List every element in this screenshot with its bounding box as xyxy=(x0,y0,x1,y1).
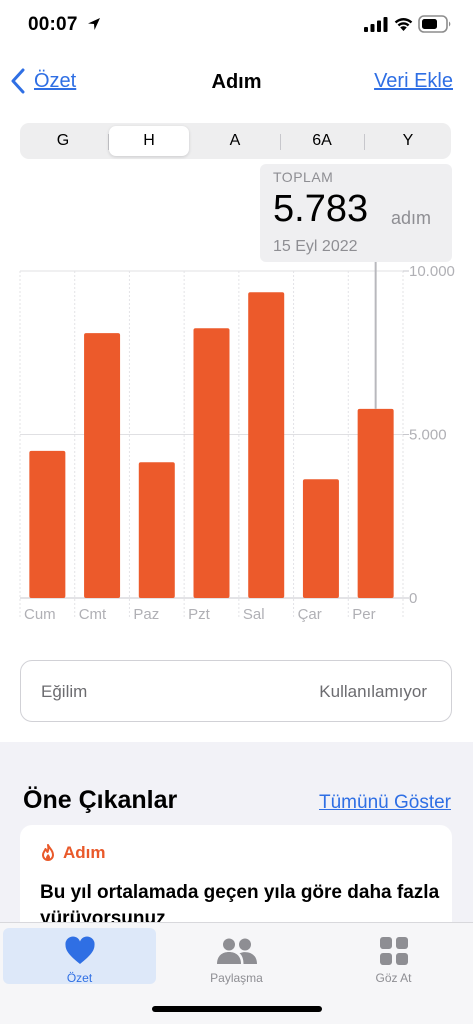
bar-sal xyxy=(248,292,285,598)
segment-day[interactable]: G xyxy=(23,126,103,156)
tooltip-label: TOPLAM xyxy=(273,169,334,185)
trend-value: Kullanılamıyor xyxy=(319,682,427,701)
heart-icon xyxy=(64,936,95,964)
x-tick-label: Cum xyxy=(24,606,56,623)
segment-divider xyxy=(364,134,365,150)
time-range-segmented-control: G H A 6A Y xyxy=(20,123,451,159)
trend-card[interactable]: Eğilim Kullanılamıyor xyxy=(20,660,452,722)
bar-cmt xyxy=(84,333,121,598)
highlight-category-label: Adım xyxy=(63,843,106,862)
highlights-heading: Öne Çıkanlar xyxy=(23,786,178,814)
bar-çar xyxy=(302,479,339,598)
x-tick-label: Per xyxy=(352,606,375,623)
tooltip-date: 15 Eyl 2022 xyxy=(273,238,358,255)
battery-icon xyxy=(418,15,451,33)
selection-tooltip: TOPLAM 5.783 adım 15 Eyl 2022 xyxy=(260,164,452,262)
tab-browse-label: Göz At xyxy=(375,971,412,985)
y-tick-label: 5.000 xyxy=(409,427,447,444)
grid-icon xyxy=(379,937,408,965)
y-tick-label: 10.000 xyxy=(409,263,455,280)
x-tick-label: Pzt xyxy=(188,606,211,623)
add-data-button[interactable]: Veri Ekle xyxy=(374,70,453,93)
people-icon xyxy=(216,938,257,964)
bar-per xyxy=(357,408,394,598)
status-time: 00:07 xyxy=(28,14,78,35)
tab-browse[interactable]: Göz At xyxy=(317,928,470,985)
trend-label: Eğilim xyxy=(41,682,88,701)
bar-pzt xyxy=(193,328,230,598)
home-indicator xyxy=(152,1006,322,1012)
location-arrow-icon xyxy=(88,18,100,30)
navigation-bar: Özet Adım Veri Ekle xyxy=(0,56,473,108)
tab-summary-label: Özet xyxy=(66,971,93,985)
show-all-link[interactable]: Tümünü Göster xyxy=(319,792,451,814)
y-tick-label: 0 xyxy=(409,590,417,607)
cellular-signal-icon xyxy=(364,17,388,32)
tab-summary[interactable]: Özet xyxy=(3,928,156,985)
segment-week[interactable]: H xyxy=(109,126,189,156)
wifi-icon xyxy=(394,18,413,31)
flame-icon xyxy=(42,844,54,861)
highlight-category: Adım xyxy=(40,843,106,863)
status-bar: 00:07 xyxy=(0,0,473,50)
tooltip-unit: adım xyxy=(391,208,432,228)
tab-sharing-label: Paylaşma xyxy=(210,971,263,985)
segment-month[interactable]: A xyxy=(195,126,275,156)
x-tick-label: Paz xyxy=(133,606,159,623)
tooltip-value: 5.783 xyxy=(273,188,369,230)
x-tick-label: Cmt xyxy=(79,606,107,623)
x-tick-label: Çar xyxy=(298,606,322,623)
x-tick-label: Sal xyxy=(243,606,265,623)
segment-divider xyxy=(280,134,281,150)
bar-paz xyxy=(138,462,175,598)
segment-six-months[interactable]: 6A xyxy=(282,126,362,156)
segment-year[interactable]: Y xyxy=(368,126,448,156)
tab-sharing[interactable]: Paylaşma xyxy=(160,928,313,985)
bar-cum xyxy=(29,450,66,598)
